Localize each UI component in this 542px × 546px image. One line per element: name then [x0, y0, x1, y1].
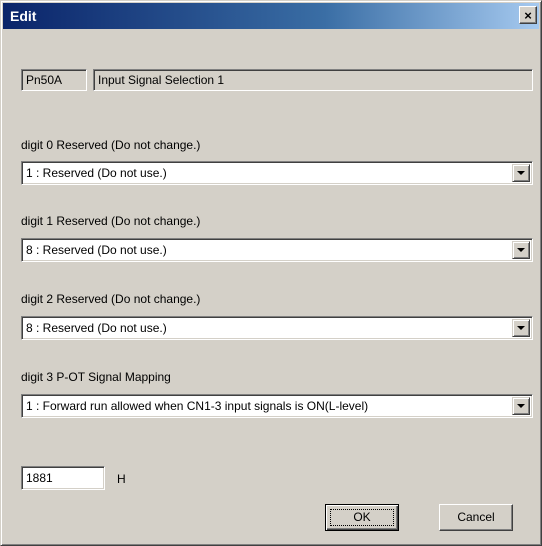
title-bar[interactable]: Edit × [3, 3, 539, 29]
parameter-number-field: Pn50A [21, 69, 87, 91]
digit-0-label: digit 0 Reserved (Do not change.) [21, 138, 201, 152]
parameter-name-field: Input Signal Selection 1 [93, 69, 533, 91]
digit-2-selected-value: 8 : Reserved (Do not use.) [26, 321, 167, 335]
digit-0-selected-value: 1 : Reserved (Do not use.) [26, 166, 167, 180]
chevron-down-icon [517, 326, 525, 330]
cancel-button-label: Cancel [457, 510, 495, 524]
digit-1-selected-value: 8 : Reserved (Do not use.) [26, 243, 167, 257]
digit-1-select[interactable]: 8 : Reserved (Do not use.) [21, 238, 533, 262]
digit-3-selected-value: 1 : Forward run allowed when CN1-3 input… [26, 399, 369, 413]
digit-3-label: digit 3 P-OT Signal Mapping [21, 370, 171, 384]
window-title: Edit [10, 8, 37, 24]
digit-2-dropdown-button[interactable] [512, 319, 530, 337]
chevron-down-icon [517, 248, 525, 252]
chevron-down-icon [517, 404, 525, 408]
close-icon: × [524, 8, 532, 23]
digit-0-dropdown-button[interactable] [512, 164, 530, 182]
ok-button[interactable]: OK [325, 504, 399, 531]
chevron-down-icon [517, 171, 525, 175]
digit-3-select[interactable]: 1 : Forward run allowed when CN1-3 input… [21, 394, 533, 418]
digit-3-dropdown-button[interactable] [512, 397, 530, 415]
digit-1-label: digit 1 Reserved (Do not change.) [21, 214, 201, 228]
digit-2-label: digit 2 Reserved (Do not change.) [21, 292, 201, 306]
digit-0-select[interactable]: 1 : Reserved (Do not use.) [21, 161, 533, 185]
edit-dialog: Edit × Pn50A Input Signal Selection 1 di… [0, 0, 542, 546]
hex-unit-label: H [117, 472, 126, 486]
digit-1-dropdown-button[interactable] [512, 241, 530, 259]
digit-2-select[interactable]: 8 : Reserved (Do not use.) [21, 316, 533, 340]
hex-value-input[interactable]: 1881 [21, 466, 105, 490]
close-button[interactable]: × [519, 6, 537, 24]
ok-button-label: OK [353, 510, 371, 524]
cancel-button[interactable]: Cancel [439, 504, 513, 531]
